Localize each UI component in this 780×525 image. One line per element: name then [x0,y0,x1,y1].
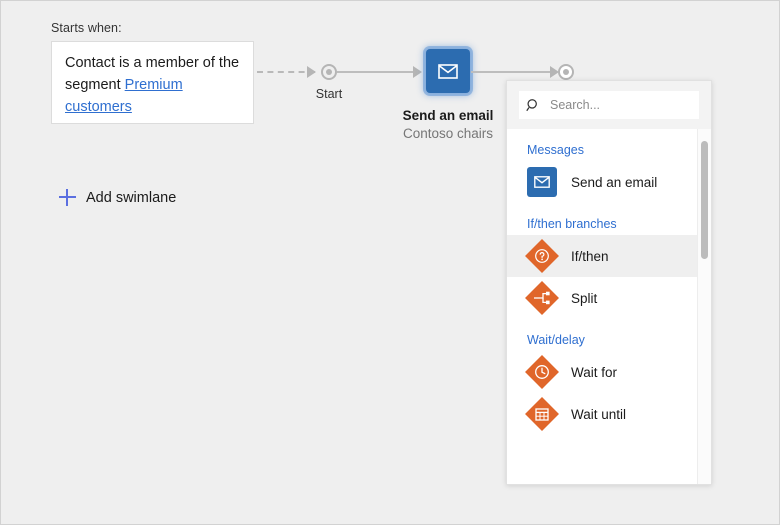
trigger-card-text: Contact is a member of the segment Premi… [65,52,245,118]
group-title-messages: Messages [507,129,711,161]
panel-item-label: Split [571,291,597,306]
search-input[interactable] [550,98,692,112]
starts-when-label: Starts when: [51,21,122,35]
email-node[interactable] [426,49,470,93]
email-node-title: Send an email [368,107,528,125]
start-node-label: Start [304,87,354,101]
envelope-icon [438,64,458,79]
panel-item-send-an-email[interactable]: Send an email [507,161,711,203]
start-node[interactable] [321,64,337,80]
panel-item-split[interactable]: Split [507,277,711,319]
email-node-caption: Send an email Contoso chairs [368,107,528,143]
panel-header [507,81,711,129]
journey-designer: Starts when: Contact is a member of the … [0,0,780,525]
plus-icon [59,189,76,206]
panel-item-label: Wait for [571,365,617,380]
trigger-card[interactable]: Contact is a member of the segment Premi… [51,41,254,124]
connector-arrow-icon [413,66,422,78]
end-node[interactable] [558,64,574,80]
panel-item-wait-until[interactable]: Wait until [507,393,711,435]
email-node-subtitle: Contoso chairs [368,125,528,143]
group-title-if-then-branches: If/then branches [507,203,711,235]
add-swimlane-label: Add swimlane [86,190,176,206]
panel-body: Messages Send an email If/then branches [507,129,711,485]
search-icon [526,98,541,113]
envelope-icon [527,167,557,197]
panel-item-label: Send an email [571,175,657,190]
connector-start-to-email [337,71,417,73]
add-step-flyout-panel[interactable]: Messages Send an email If/then branches [506,80,712,485]
panel-scrollbar-thumb[interactable] [701,141,708,259]
panel-scrollbar[interactable] [697,129,711,485]
panel-item-if-then[interactable]: If/then [507,235,711,277]
add-swimlane-button[interactable]: Add swimlane [59,189,176,206]
calendar-icon [527,399,557,429]
group-title-wait-delay: Wait/delay [507,319,711,351]
panel-item-label: Wait until [571,407,626,422]
connector-arrow-icon [307,66,316,78]
question-mark-icon [527,241,557,271]
split-branch-icon [527,283,557,313]
clock-icon [527,357,557,387]
panel-item-wait-for[interactable]: Wait for [507,351,711,393]
connector-email-to-end [471,71,556,73]
search-box[interactable] [519,91,699,119]
panel-item-label: If/then [571,249,609,264]
